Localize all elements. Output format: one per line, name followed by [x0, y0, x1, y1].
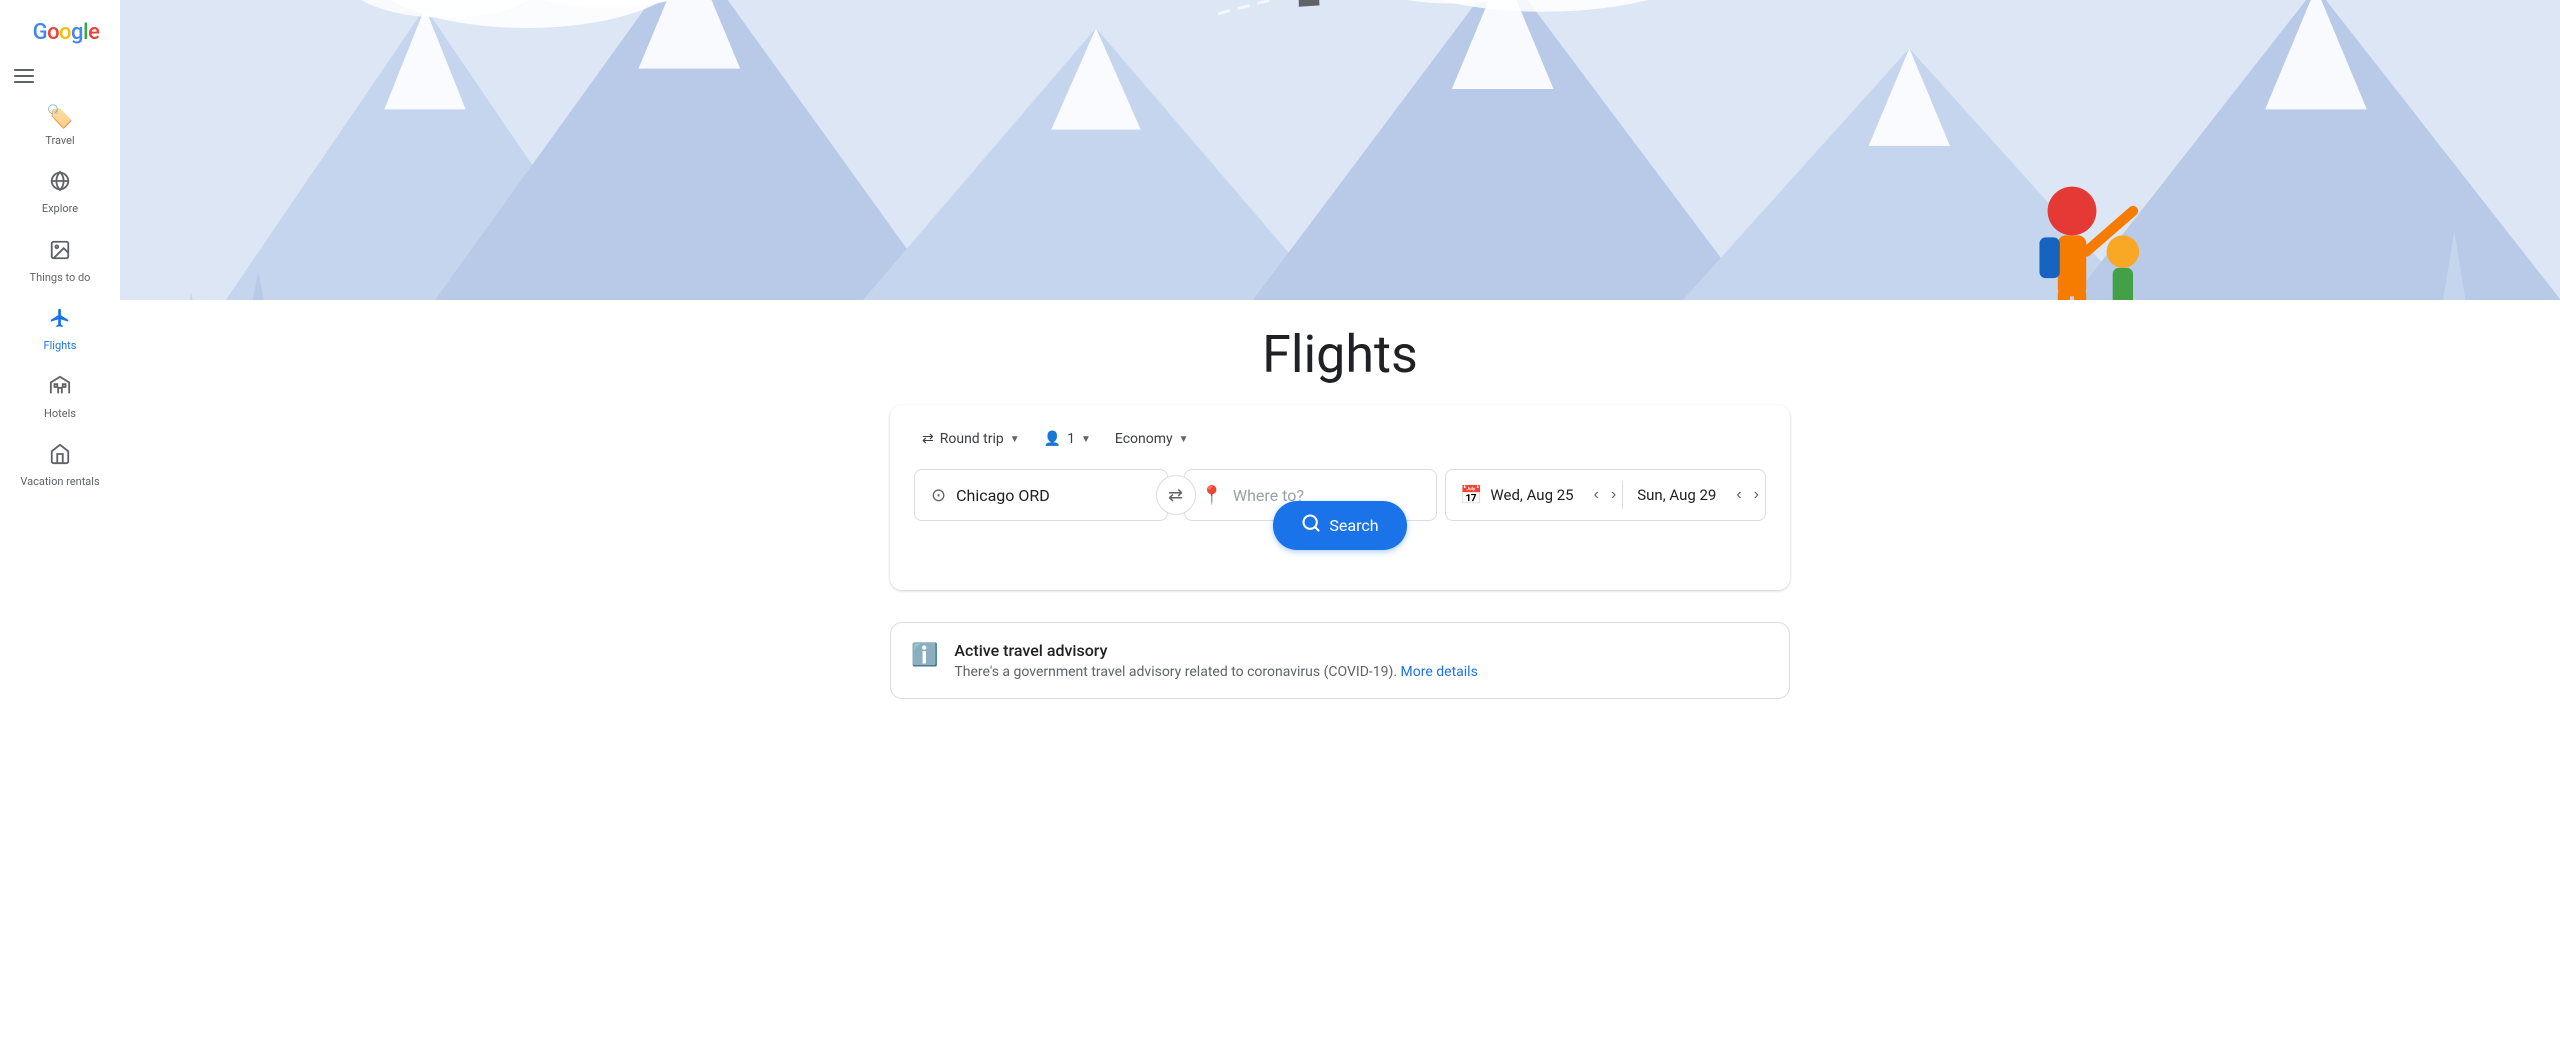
depart-date-prev-button[interactable]: ‹ [1588, 482, 1605, 508]
travel-icon: 🏷️ [46, 105, 73, 130]
sidebar-item-vacation-rentals[interactable]: Vacation rentals [0, 433, 120, 499]
passengers-dropdown[interactable]: 👤 1 ▼ [1036, 425, 1099, 453]
search-icon [1301, 513, 1321, 538]
depart-date-label: Wed, Aug 25 [1490, 486, 1573, 504]
logo-letter-e: e [88, 20, 99, 45]
advisory-text-content: There's a government travel advisory rel… [954, 664, 1397, 680]
passengers-label: 1 [1067, 431, 1075, 447]
search-options-row: ⇄ Round trip ▼ 👤 1 ▼ Economy ▼ [914, 425, 1766, 453]
explore-icon [49, 170, 71, 198]
sidebar-item-explore[interactable]: Explore [0, 160, 120, 226]
trip-type-dropdown[interactable]: ⇄ Round trip ▼ [914, 425, 1028, 453]
google-logo: Google [21, 12, 100, 53]
trip-type-arrow-icon: ▼ [1010, 434, 1020, 445]
calendar-icon: 📅 [1460, 485, 1482, 506]
search-button-label: Search [1329, 516, 1378, 535]
advisory-more-details-link[interactable]: More details [1401, 664, 1478, 680]
advisory-title: Active travel advisory [954, 641, 1477, 660]
cabin-class-label: Economy [1115, 431, 1173, 447]
search-button[interactable]: Search [1273, 501, 1406, 550]
origin-circle-icon: ⊙ [931, 485, 946, 506]
sidebar-item-explore-label: Explore [42, 202, 78, 216]
hero-illustration [120, 0, 2560, 300]
logo-letter-o2: o [59, 20, 71, 45]
sidebar-item-vacation-rentals-label: Vacation rentals [20, 475, 99, 489]
cabin-class-dropdown[interactable]: Economy ▼ [1107, 425, 1197, 453]
sidebar: Google 🏷️ Travel Explore Things to do Fl… [0, 0, 120, 1053]
page-title: Flights [160, 324, 2520, 385]
hamburger-menu-button[interactable] [0, 61, 48, 91]
sidebar-item-travel[interactable]: 🏷️ Travel [0, 95, 120, 158]
swap-icon: ⇄ [1168, 485, 1183, 506]
sidebar-item-flights-label: Flights [44, 339, 77, 353]
sidebar-item-things-to-do[interactable]: Things to do [0, 229, 120, 295]
sidebar-item-things-to-do-label: Things to do [30, 271, 91, 285]
search-card: ⇄ Round trip ▼ 👤 1 ▼ Economy ▼ ⊙ [890, 405, 1790, 590]
advisory-content: Active travel advisory There's a governm… [954, 641, 1477, 680]
logo-letter-o1: o [47, 20, 59, 45]
sidebar-item-travel-label: Travel [45, 134, 74, 148]
depart-date-next-button[interactable]: › [1605, 482, 1622, 508]
sidebar-item-hotels[interactable]: Hotels [0, 365, 120, 431]
content-area: Flights ⇄ Round trip ▼ 👤 1 ▼ Economy ▼ [120, 324, 2560, 759]
return-date-next-button[interactable]: › [1748, 482, 1765, 508]
return-date-field[interactable]: Sun, Aug 29 [1623, 470, 1730, 520]
advisory-text: There's a government travel advisory rel… [954, 664, 1477, 680]
hamburger-icon [14, 69, 34, 83]
flights-icon [49, 307, 71, 335]
passengers-arrow-icon: ▼ [1081, 434, 1091, 445]
vacation-rentals-icon [49, 443, 71, 471]
main-content: Flights ⇄ Round trip ▼ 👤 1 ▼ Economy ▼ [120, 0, 2560, 1053]
sidebar-item-flights[interactable]: Flights [0, 297, 120, 363]
things-to-do-icon [49, 239, 71, 267]
destination-pin-icon: 📍 [1201, 485, 1223, 506]
trip-type-swap-icon: ⇄ [922, 431, 934, 447]
trip-type-label: Round trip [940, 431, 1004, 447]
logo-letter-g2: g [71, 20, 83, 45]
origin-field[interactable]: ⊙ [914, 469, 1168, 521]
hotels-icon [49, 375, 71, 403]
passengers-person-icon: 👤 [1044, 431, 1061, 447]
depart-date-field[interactable]: 📅 Wed, Aug 25 [1446, 470, 1588, 520]
cabin-class-arrow-icon: ▼ [1179, 434, 1189, 445]
logo-letter-g: G [33, 20, 48, 45]
origin-input[interactable] [956, 486, 1150, 505]
return-date-label: Sun, Aug 29 [1637, 486, 1716, 504]
return-date-prev-button[interactable]: ‹ [1730, 482, 1747, 508]
swap-button[interactable]: ⇄ [1156, 475, 1196, 515]
date-section: 📅 Wed, Aug 25 ‹ › Sun, Aug 29 ‹ › [1445, 469, 1766, 521]
advisory-card: ℹ️ Active travel advisory There's a gove… [890, 622, 1790, 699]
sidebar-item-hotels-label: Hotels [44, 407, 76, 421]
advisory-warning-icon: ℹ️ [911, 643, 938, 668]
